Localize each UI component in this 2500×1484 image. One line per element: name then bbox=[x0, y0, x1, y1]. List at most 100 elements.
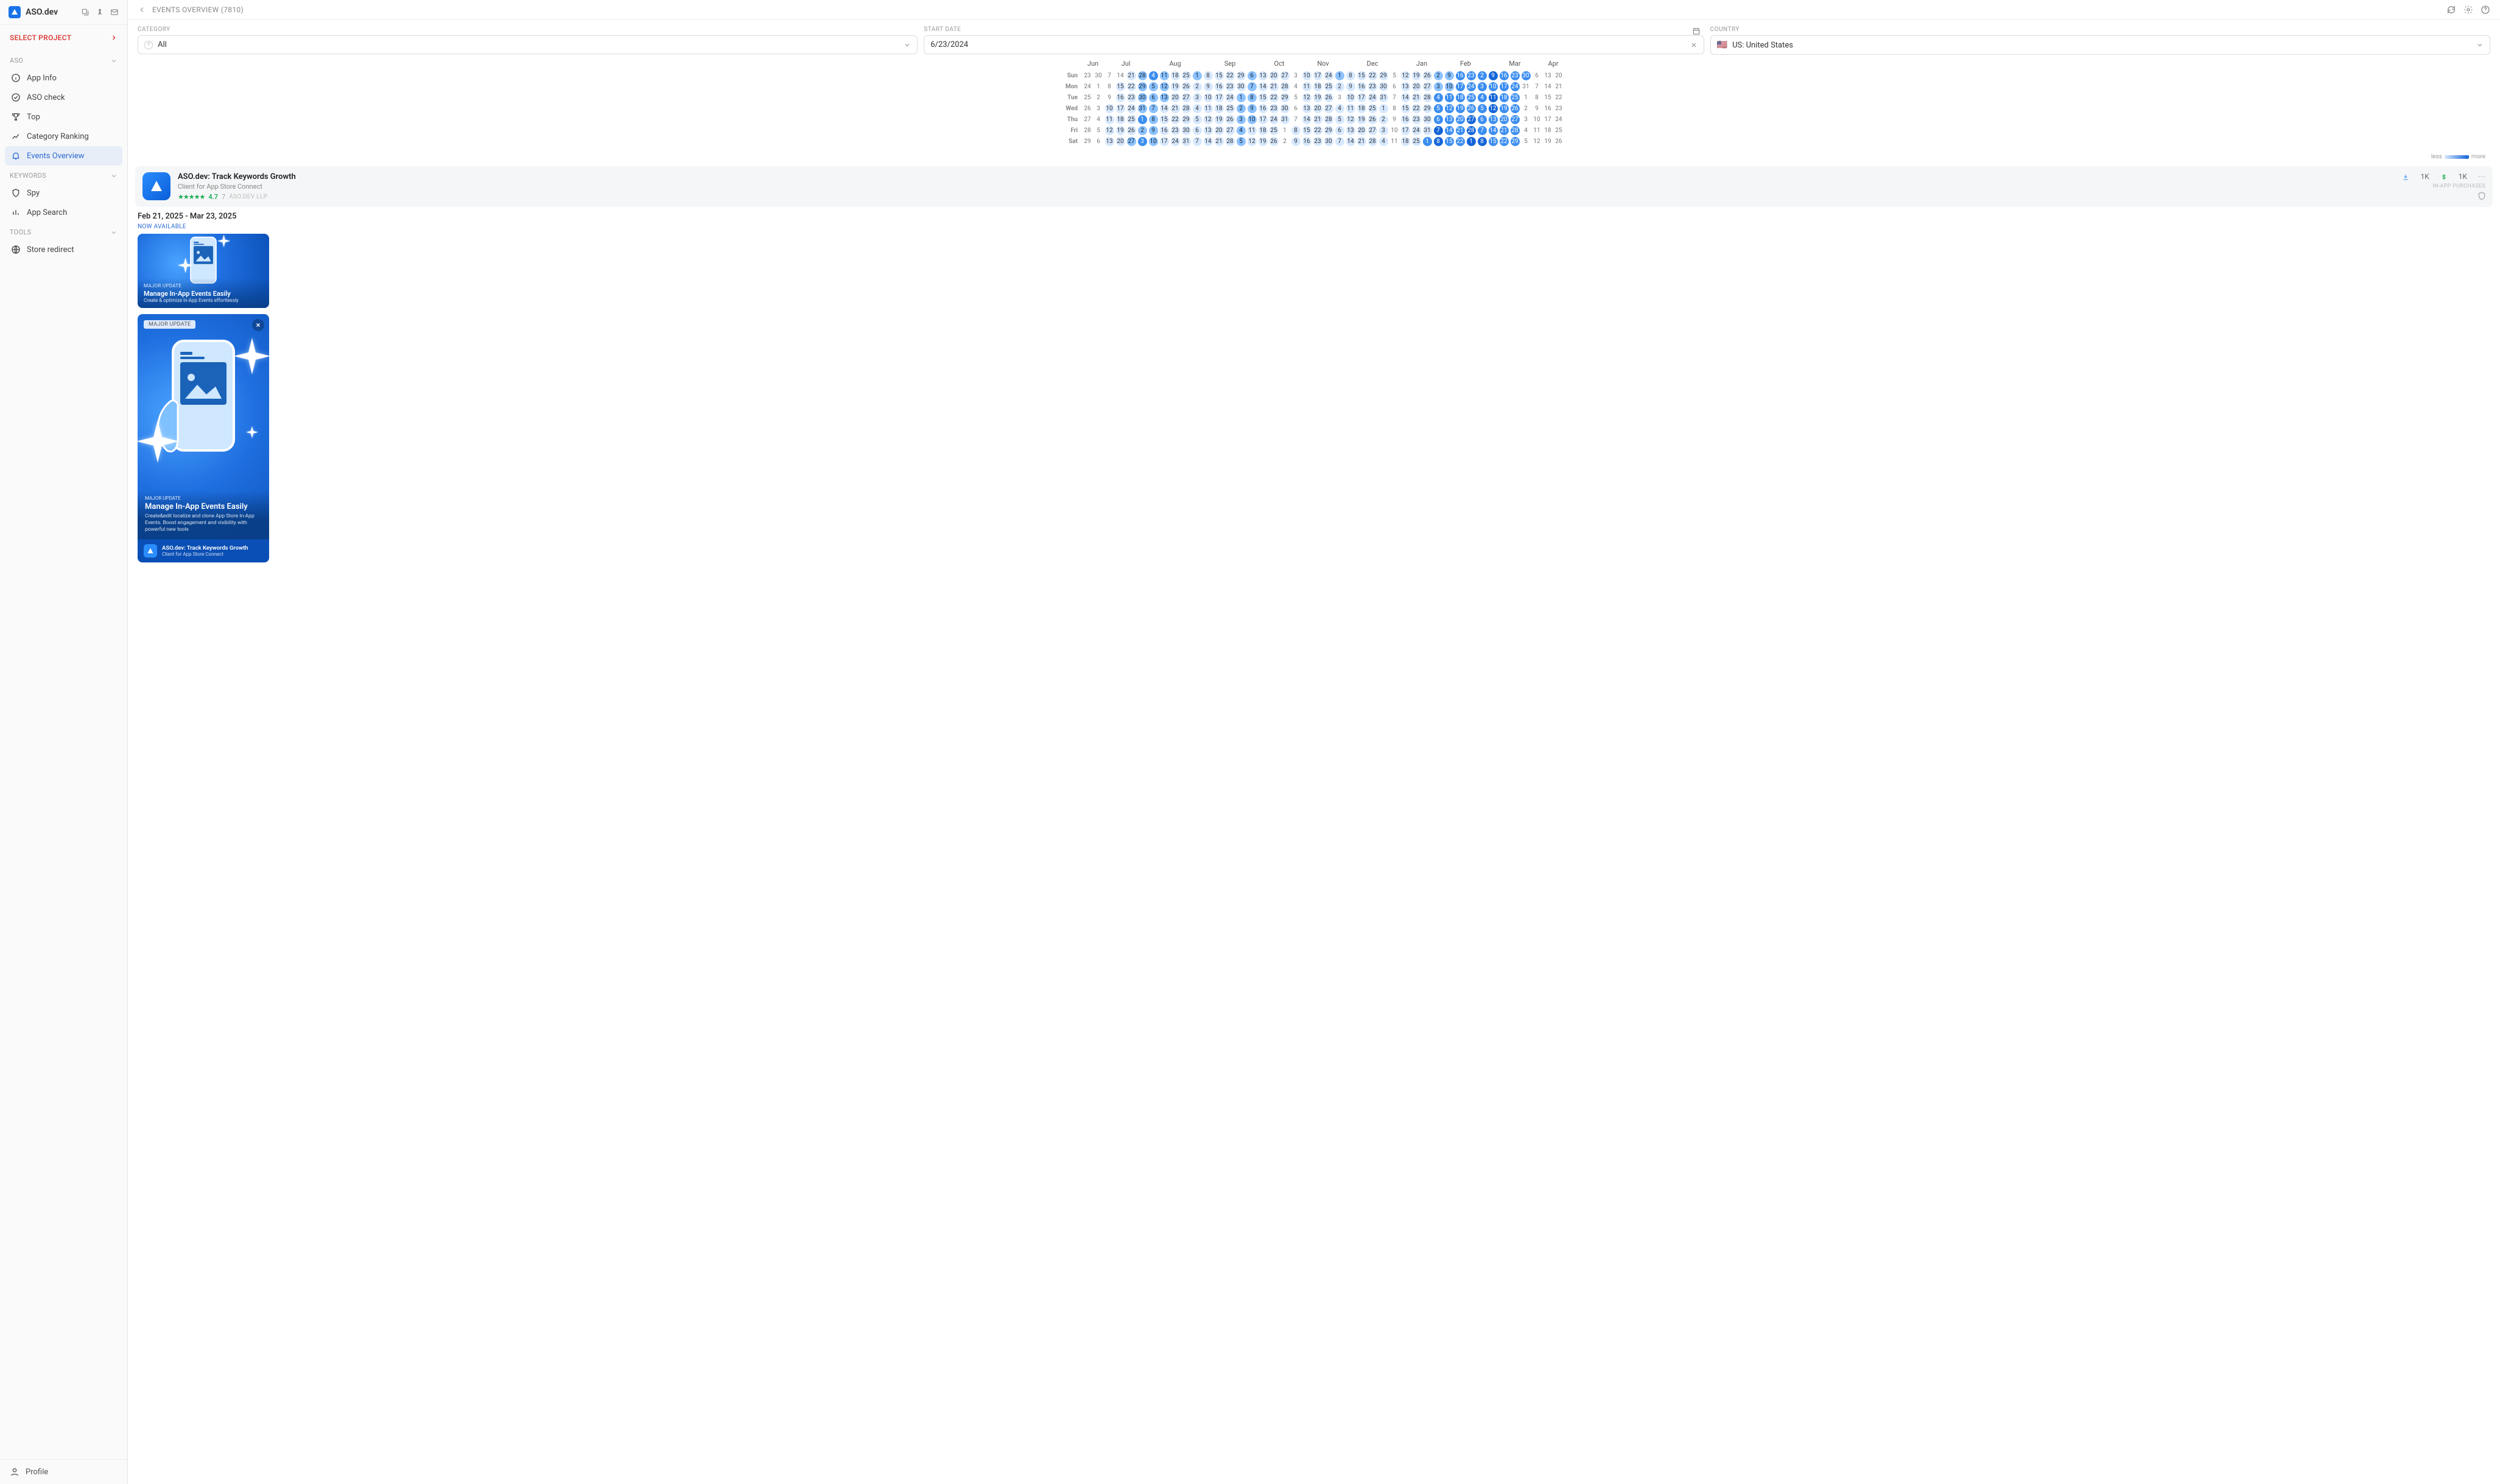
heatmap-cell[interactable]: 6 bbox=[1389, 82, 1399, 91]
heatmap-cell[interactable]: 8 bbox=[1346, 71, 1355, 80]
heatmap-cell[interactable]: 17 bbox=[1543, 114, 1553, 124]
heatmap-cell[interactable]: 9 bbox=[1389, 114, 1399, 124]
heatmap-cell[interactable]: 26 bbox=[1368, 114, 1377, 124]
heatmap-cell[interactable]: 5 bbox=[1477, 103, 1487, 113]
heatmap-cell[interactable]: 15 bbox=[1488, 136, 1498, 146]
heatmap-cell[interactable]: 9 bbox=[1532, 103, 1542, 113]
heatmap-cell[interactable]: 20 bbox=[1411, 82, 1421, 91]
heatmap-cell[interactable]: 18 bbox=[1170, 71, 1180, 80]
more-icon[interactable]: ⋯ bbox=[2478, 172, 2485, 181]
heatmap-cell[interactable]: 27 bbox=[1225, 125, 1235, 135]
heatmap-cell[interactable]: 25 bbox=[1510, 93, 1520, 102]
heatmap-cell[interactable]: 28 bbox=[1510, 125, 1520, 135]
heatmap-cell[interactable]: 27 bbox=[1510, 114, 1520, 124]
heatmap-cell[interactable]: 23 bbox=[1466, 71, 1476, 80]
heatmap-cell[interactable]: 4 bbox=[1521, 125, 1531, 135]
heatmap-cell[interactable]: 7 bbox=[1433, 125, 1443, 135]
heatmap-cell[interactable]: 13 bbox=[1400, 82, 1410, 91]
heatmap-cell[interactable]: 25 bbox=[1368, 103, 1377, 113]
mail-icon[interactable] bbox=[110, 8, 119, 17]
heatmap-cell[interactable]: 31 bbox=[1280, 114, 1290, 124]
heatmap-cell[interactable]: 12 bbox=[1488, 103, 1498, 113]
heatmap-cell[interactable]: 6 bbox=[1477, 114, 1487, 124]
heatmap-cell[interactable]: 28 bbox=[1368, 136, 1377, 146]
heatmap-cell[interactable]: 23 bbox=[1170, 125, 1180, 135]
heatmap-cell[interactable]: 2 bbox=[1433, 71, 1443, 80]
heatmap-cell[interactable]: 10 bbox=[1346, 93, 1355, 102]
heatmap-cell[interactable]: 8 bbox=[1104, 82, 1114, 91]
heatmap-cell[interactable]: 15 bbox=[1302, 125, 1311, 135]
heatmap-cell[interactable]: 4 bbox=[1378, 136, 1388, 146]
heatmap-cell[interactable]: 16 bbox=[1455, 71, 1465, 80]
heatmap-cell[interactable]: 1 bbox=[1466, 136, 1476, 146]
heatmap-cell[interactable]: 22 bbox=[1455, 136, 1465, 146]
heatmap-cell[interactable]: 12 bbox=[1400, 71, 1410, 80]
heatmap-cell[interactable]: 23 bbox=[1083, 71, 1092, 80]
heatmap-cell[interactable]: 11 bbox=[1488, 93, 1498, 102]
heatmap-cell[interactable]: 15 bbox=[1159, 114, 1169, 124]
heatmap-cell[interactable]: 29 bbox=[1181, 114, 1191, 124]
heatmap-cell[interactable]: 15 bbox=[1214, 71, 1224, 80]
heatmap-cell[interactable]: 15 bbox=[1543, 93, 1553, 102]
heatmap-cell[interactable]: 24 bbox=[1466, 82, 1476, 91]
heatmap-cell[interactable]: 13 bbox=[1159, 93, 1169, 102]
heatmap-cell[interactable]: 28 bbox=[1083, 125, 1092, 135]
heatmap-cell[interactable]: 4 bbox=[1477, 93, 1487, 102]
select-project-button[interactable]: SELECT PROJECT bbox=[0, 25, 127, 51]
heatmap-cell[interactable]: 9 bbox=[1104, 93, 1114, 102]
heatmap-cell[interactable]: 14 bbox=[1444, 125, 1454, 135]
heatmap-cell[interactable]: 29 bbox=[1137, 82, 1147, 91]
heatmap-cell[interactable]: 2 bbox=[1236, 103, 1246, 113]
heatmap-cell[interactable]: 26 bbox=[1466, 103, 1476, 113]
heatmap-cell[interactable]: 30 bbox=[1422, 114, 1432, 124]
heatmap-cell[interactable]: 18 bbox=[1214, 103, 1224, 113]
section-label-aso[interactable]: ASO bbox=[0, 51, 127, 68]
heatmap-cell[interactable]: 13 bbox=[1488, 114, 1498, 124]
heatmap-cell[interactable]: 14 bbox=[1115, 71, 1125, 80]
heatmap-cell[interactable]: 17 bbox=[1357, 93, 1366, 102]
refresh-icon[interactable] bbox=[2446, 5, 2456, 15]
heatmap-cell[interactable]: 5 bbox=[1433, 103, 1443, 113]
heatmap-cell[interactable]: 24 bbox=[1554, 114, 1564, 124]
heatmap-cell[interactable]: 3 bbox=[1137, 136, 1147, 146]
heatmap-cell[interactable]: 6 bbox=[1148, 93, 1158, 102]
heatmap-cell[interactable]: 19 bbox=[1170, 82, 1180, 91]
heatmap-cell[interactable]: 25 bbox=[1466, 93, 1476, 102]
heatmap-cell[interactable]: 9 bbox=[1247, 103, 1257, 113]
heatmap-cell[interactable]: 14 bbox=[1159, 103, 1169, 113]
heatmap-cell[interactable]: 19 bbox=[1411, 71, 1421, 80]
heatmap-cell[interactable]: 31 bbox=[1181, 136, 1191, 146]
heatmap-cell[interactable]: 13 bbox=[1104, 136, 1114, 146]
heatmap-cell[interactable]: 14 bbox=[1543, 82, 1553, 91]
heatmap-cell[interactable]: 1 bbox=[1192, 71, 1202, 80]
heatmap-cell[interactable]: 25 bbox=[1411, 136, 1421, 146]
heatmap-cell[interactable]: 17 bbox=[1214, 93, 1224, 102]
heatmap-cell[interactable]: 3 bbox=[1236, 114, 1246, 124]
heatmap-cell[interactable]: 30 bbox=[1378, 82, 1388, 91]
heatmap-cell[interactable]: 27 bbox=[1466, 114, 1476, 124]
heatmap-cell[interactable]: 27 bbox=[1324, 103, 1333, 113]
heatmap-cell[interactable]: 25 bbox=[1324, 82, 1333, 91]
heatmap-cell[interactable]: 29 bbox=[1324, 125, 1333, 135]
heatmap-cell[interactable]: 14 bbox=[1488, 125, 1498, 135]
heatmap-cell[interactable]: 23 bbox=[1225, 82, 1235, 91]
heatmap-cell[interactable]: 1 bbox=[1236, 93, 1246, 102]
heatmap-cell[interactable]: 28 bbox=[1137, 71, 1147, 80]
heatmap-cell[interactable]: 9 bbox=[1488, 71, 1498, 80]
heatmap-cell[interactable]: 20 bbox=[1170, 93, 1180, 102]
heatmap-cell[interactable]: 25 bbox=[1083, 93, 1092, 102]
heatmap-cell[interactable]: 6 bbox=[1335, 125, 1344, 135]
heatmap-cell[interactable]: 15 bbox=[1357, 71, 1366, 80]
heatmap-cell[interactable]: 7 bbox=[1335, 136, 1344, 146]
heatmap-cell[interactable]: 1 bbox=[1378, 103, 1388, 113]
heatmap-cell[interactable]: 11 bbox=[1302, 82, 1311, 91]
heatmap-cell[interactable]: 18 bbox=[1258, 125, 1268, 135]
heatmap-cell[interactable]: 30 bbox=[1280, 103, 1290, 113]
heatmap-cell[interactable]: 10 bbox=[1104, 103, 1114, 113]
heatmap-cell[interactable]: 4 bbox=[1192, 103, 1202, 113]
heatmap-cell[interactable]: 22 bbox=[1411, 103, 1421, 113]
heatmap-cell[interactable]: 22 bbox=[1225, 71, 1235, 80]
promo-card-small[interactable]: MAJOR UPDATE Manage In-App Events Easily… bbox=[138, 234, 269, 308]
heatmap-cell[interactable]: 16 bbox=[1159, 125, 1169, 135]
heatmap-cell[interactable]: 12 bbox=[1159, 82, 1169, 91]
